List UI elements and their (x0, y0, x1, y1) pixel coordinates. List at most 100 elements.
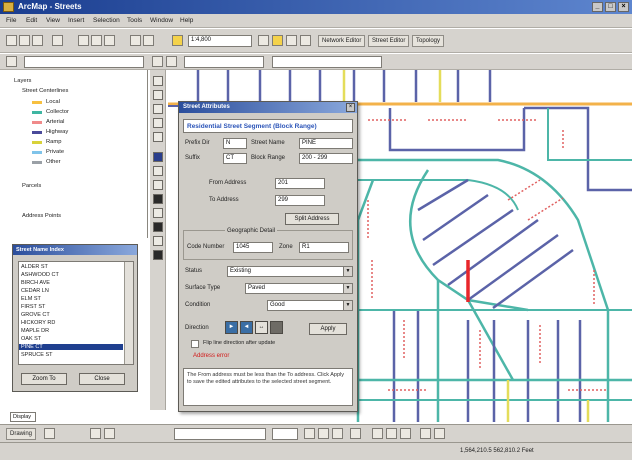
display-tab[interactable]: Display (10, 412, 36, 422)
list-item[interactable]: CEDAR LN (21, 288, 49, 294)
font-combo[interactable] (174, 428, 266, 440)
drawing-menu-button[interactable]: Drawing (6, 428, 37, 440)
suffix-field[interactable]: CT (223, 153, 247, 164)
zoom-out-icon[interactable] (153, 90, 163, 100)
list-item[interactable]: SPRUCE ST (21, 352, 52, 358)
split-icon[interactable] (153, 236, 163, 246)
code-number-field[interactable]: 1045 (233, 242, 273, 253)
menu-window[interactable]: Window (150, 17, 173, 24)
rotate-elements-icon[interactable] (90, 428, 101, 439)
rotate-icon[interactable] (153, 250, 163, 260)
toc-address-points-label[interactable]: Address Points (22, 213, 61, 219)
attributes-icon[interactable] (166, 56, 177, 67)
list-item[interactable]: ALDER ST (21, 264, 48, 270)
zoom-in-icon[interactable] (153, 76, 163, 86)
menu-view[interactable]: View (46, 17, 60, 24)
list-item[interactable]: HICKORY RD (21, 320, 55, 326)
hyperlink-icon[interactable] (153, 208, 163, 218)
help-icon[interactable] (300, 35, 311, 46)
sketch-icon[interactable] (152, 56, 163, 67)
redo-icon[interactable] (143, 35, 154, 46)
list-item[interactable]: ELM ST (21, 296, 41, 302)
print-icon[interactable] (52, 35, 63, 46)
font-size-combo[interactable] (272, 428, 298, 440)
toc-streets-label[interactable]: Street Centerlines (22, 88, 68, 94)
split-address-button[interactable]: Split Address (285, 213, 339, 225)
dialog-close-icon[interactable]: × (346, 103, 355, 112)
list-item[interactable]: BIRCH AVE (21, 280, 50, 286)
condition-select[interactable]: Good ▼ (267, 300, 353, 311)
target-combo[interactable] (184, 56, 264, 68)
marker-color-icon[interactable] (400, 428, 411, 439)
toc-parcels-label[interactable]: Parcels (22, 183, 41, 189)
maximize-icon[interactable]: □ (605, 2, 616, 12)
zoom-to-button[interactable]: Zoom To (21, 373, 67, 385)
zone-field[interactable]: R1 (299, 242, 349, 253)
text-icon[interactable] (434, 428, 445, 439)
status-select[interactable]: Existing ▼ (227, 266, 353, 277)
menu-tools[interactable]: Tools (127, 17, 142, 24)
font-color-icon[interactable] (350, 428, 361, 439)
underline-icon[interactable] (332, 428, 343, 439)
select-elements-icon[interactable] (44, 428, 55, 439)
from-address-field[interactable]: 201 (275, 178, 325, 189)
list-item[interactable]: MAPLE DR (21, 328, 49, 334)
minimize-icon[interactable]: _ (592, 2, 603, 12)
add-data-icon[interactable] (172, 35, 183, 46)
toc-layers-label[interactable]: Layers (14, 78, 31, 84)
close-panel-button[interactable]: Close (79, 373, 125, 385)
list-item[interactable]: GROVE CT (21, 312, 50, 318)
cut-icon[interactable] (78, 35, 89, 46)
fill-color-icon[interactable] (372, 428, 383, 439)
surface-type-select[interactable]: Paved ▼ (245, 283, 353, 294)
save-icon[interactable] (32, 35, 43, 46)
line-color-icon[interactable] (386, 428, 397, 439)
scale-combo[interactable]: 1:4,800 (188, 35, 252, 47)
task-combo[interactable] (24, 56, 144, 68)
copy-icon[interactable] (91, 35, 102, 46)
layer-combo[interactable] (272, 56, 382, 68)
direction-reverse-icon[interactable]: ◄ (240, 321, 253, 334)
catalog-icon[interactable] (286, 35, 297, 46)
direction-none-icon[interactable] (270, 321, 283, 334)
list-item[interactable]: OAK ST (21, 336, 41, 342)
direction-forward-icon[interactable]: ► (225, 321, 238, 334)
pan-icon[interactable] (153, 104, 163, 114)
list-scrollbar[interactable] (124, 262, 133, 364)
list-item-selected[interactable]: PINE CT (19, 344, 123, 350)
apply-button[interactable]: Apply (309, 323, 347, 335)
menu-insert[interactable]: Insert (68, 17, 84, 24)
identify-icon[interactable] (153, 166, 163, 176)
back-extent-icon[interactable] (153, 132, 163, 142)
street-editor-button[interactable]: Street Editor (368, 35, 410, 47)
zoom-whole-page-icon[interactable] (104, 428, 115, 439)
edit-tool-icon[interactable] (6, 56, 17, 67)
select-features-icon[interactable] (153, 152, 163, 162)
block-range-field[interactable]: 200 - 299 (299, 153, 353, 164)
bold-icon[interactable] (304, 428, 315, 439)
street-name-field[interactable]: PINE (299, 138, 353, 149)
menu-selection[interactable]: Selection (93, 17, 120, 24)
menu-edit[interactable]: Edit (26, 17, 37, 24)
open-icon[interactable] (19, 35, 30, 46)
paste-icon[interactable] (104, 35, 115, 46)
edit-vertex-icon[interactable] (153, 222, 163, 232)
menu-file[interactable]: File (6, 17, 16, 24)
network-editor-button[interactable]: Network Editor (318, 35, 366, 47)
measure-icon[interactable] (153, 194, 163, 204)
prefix-dir-field[interactable]: N (223, 138, 247, 149)
list-item[interactable]: ASHWOOD CT (21, 272, 59, 278)
full-extent-icon[interactable] (153, 118, 163, 128)
shadow-icon[interactable] (420, 428, 431, 439)
menu-help[interactable]: Help (180, 17, 193, 24)
topology-button[interactable]: Topology (412, 35, 445, 47)
editor-icon[interactable] (258, 35, 269, 46)
close-icon[interactable]: × (618, 2, 629, 12)
undo-icon[interactable] (130, 35, 141, 46)
direction-both-icon[interactable]: ↔ (255, 321, 268, 334)
to-address-field[interactable]: 299 (275, 195, 325, 206)
new-icon[interactable] (6, 35, 17, 46)
flip-direction-checkbox[interactable] (191, 340, 199, 348)
find-icon[interactable] (153, 180, 163, 190)
italic-icon[interactable] (318, 428, 329, 439)
